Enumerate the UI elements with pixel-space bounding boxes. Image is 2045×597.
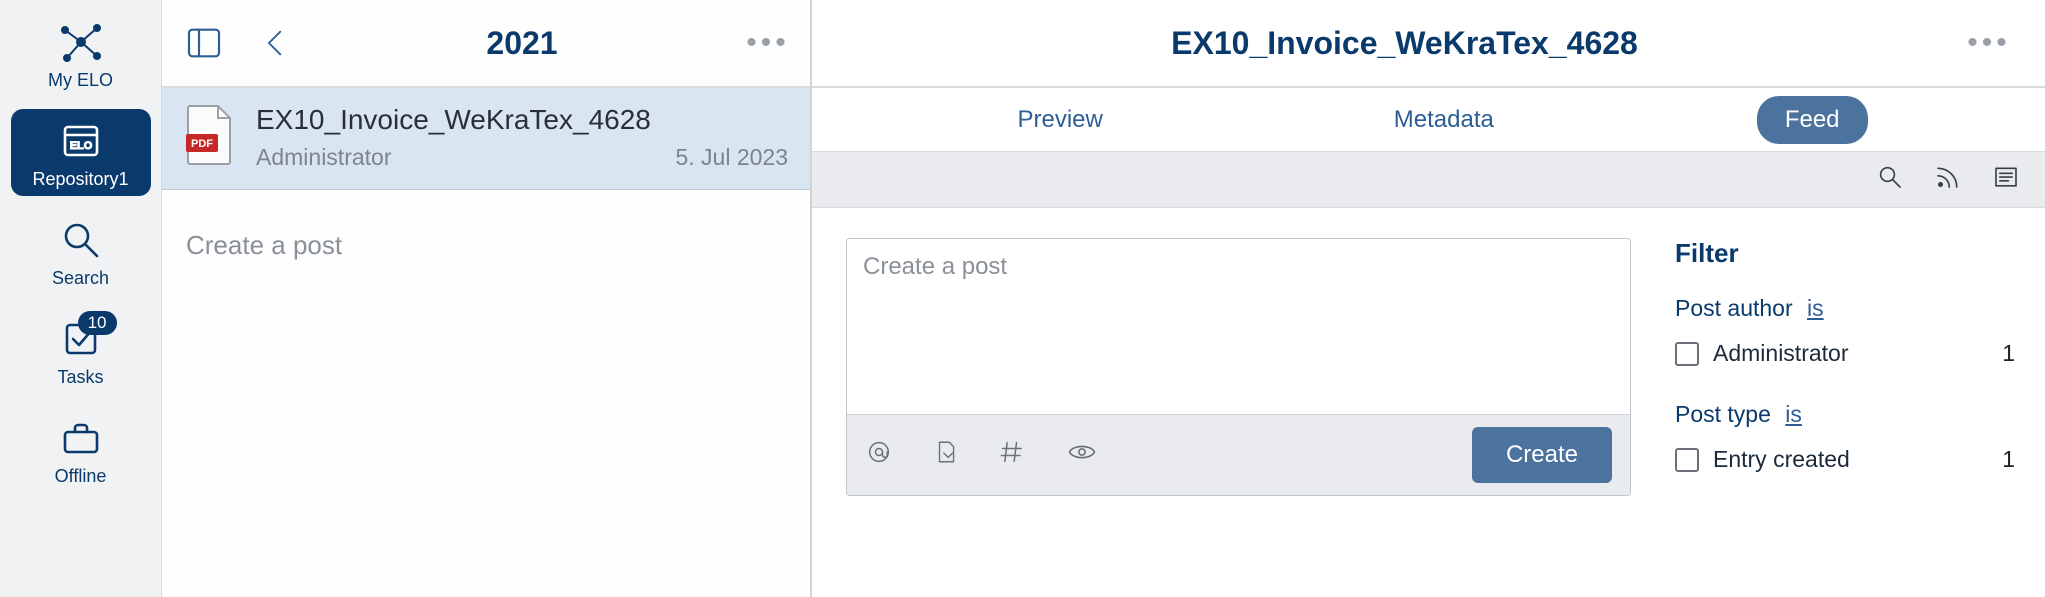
detail-panel: EX10_Invoice_WeKraTex_4628 ••• Preview M… (812, 0, 2045, 597)
at-icon (865, 438, 893, 466)
search-icon (57, 216, 105, 264)
filter-group-author: Post author is Administrator 1 (1675, 295, 2015, 371)
hashtag-button[interactable] (999, 438, 1027, 473)
detail-tabs: Preview Metadata Feed (812, 88, 2045, 152)
filter-operator[interactable]: is (1807, 295, 1824, 321)
list-item-name: EX10_Invoice_WeKraTex_4628 (256, 104, 788, 136)
post-input[interactable] (847, 239, 1630, 409)
sidebar-item-tasks[interactable]: 10 Tasks (11, 307, 151, 394)
sidebar-item-offline[interactable]: Offline (11, 406, 151, 493)
tab-metadata[interactable]: Metadata (1366, 96, 1522, 144)
panel-layout-button[interactable] (180, 19, 228, 67)
svg-text:ELO: ELO (69, 140, 92, 152)
list-create-post[interactable]: Create a post (162, 190, 810, 301)
pdf-file-icon: PDF (184, 104, 236, 166)
back-button[interactable] (252, 19, 300, 67)
sidebar-layout-icon (184, 23, 224, 63)
tab-preview[interactable]: Preview (989, 96, 1130, 144)
filter-group-label: Post author (1675, 295, 1793, 321)
filter-group-type: Post type is Entry created 1 (1675, 401, 2015, 477)
hash-icon (999, 438, 1027, 466)
search-icon (1875, 162, 1905, 192)
create-post-button[interactable]: Create (1472, 427, 1612, 483)
attach-button[interactable] (933, 439, 959, 472)
repository-icon: ELO (57, 117, 105, 165)
file-link-icon (933, 439, 959, 465)
checkbox[interactable] (1675, 342, 1699, 366)
filter-item-count: 1 (2002, 446, 2015, 473)
list-item-date: 5. Jul 2023 (675, 144, 788, 171)
visibility-button[interactable] (1067, 437, 1097, 474)
sidebar-item-search[interactable]: Search (11, 208, 151, 295)
detail-header: EX10_Invoice_WeKraTex_4628 ••• (812, 0, 2045, 88)
list-header: 2021 ••• (162, 0, 810, 88)
checkbox[interactable] (1675, 448, 1699, 472)
app-sidebar: My ELO ELO Repository1 Search 10 Tasks O… (0, 0, 162, 597)
list-item-author: Administrator (256, 144, 391, 171)
filter-heading: Filter (1675, 238, 2015, 269)
detail-more-button[interactable]: ••• (1965, 19, 2013, 67)
list-more-button[interactable]: ••• (744, 19, 792, 67)
feed-view-button[interactable] (1991, 162, 2021, 197)
feed-compose: Create (812, 208, 1665, 597)
list-title: 2021 (324, 25, 720, 62)
feed-subscribe-button[interactable] (1933, 162, 1963, 197)
filter-item-label: Administrator (1713, 340, 1988, 367)
post-box: Create (846, 238, 1631, 496)
list-item[interactable]: PDF EX10_Invoice_WeKraTex_4628 Administr… (162, 88, 810, 190)
filter-item[interactable]: Administrator 1 (1675, 336, 2015, 371)
svg-text:PDF: PDF (191, 138, 213, 150)
briefcase-icon (57, 414, 105, 462)
sidebar-item-label: Tasks (57, 367, 103, 388)
chevron-left-icon (259, 26, 293, 60)
feed-search-button[interactable] (1875, 162, 1905, 197)
sidebar-item-label: Offline (55, 466, 107, 487)
list-item-texts: EX10_Invoice_WeKraTex_4628 Administrator… (256, 104, 788, 171)
eye-icon (1067, 437, 1097, 467)
filter-panel: Filter Post author is Administrator 1 Po… (1665, 208, 2045, 597)
sidebar-item-label: Search (52, 268, 109, 289)
filter-group-label: Post type (1675, 401, 1771, 427)
sidebar-item-label: Repository1 (32, 169, 128, 190)
detail-title: EX10_Invoice_WeKraTex_4628 (844, 25, 1965, 62)
filter-item-label: Entry created (1713, 446, 1988, 473)
network-icon (57, 18, 105, 66)
filter-item[interactable]: Entry created 1 (1675, 442, 2015, 477)
list-panel: 2021 ••• PDF EX10_Invoice_WeKraTex_4628 … (162, 0, 812, 597)
filter-operator[interactable]: is (1785, 401, 1802, 427)
tab-feed[interactable]: Feed (1757, 96, 1868, 144)
sidebar-item-myelo[interactable]: My ELO (11, 10, 151, 97)
post-actions: Create (847, 414, 1630, 495)
panel-icon (1991, 162, 2021, 192)
sidebar-item-label: My ELO (48, 70, 113, 91)
sidebar-item-repository[interactable]: ELO Repository1 (11, 109, 151, 196)
tasks-badge: 10 (78, 311, 117, 335)
feed-toolbar (812, 152, 2045, 208)
mention-button[interactable] (865, 438, 893, 473)
rss-icon (1933, 162, 1963, 192)
filter-item-count: 1 (2002, 340, 2015, 367)
feed-body: Create Filter Post author is Administrat… (812, 208, 2045, 597)
